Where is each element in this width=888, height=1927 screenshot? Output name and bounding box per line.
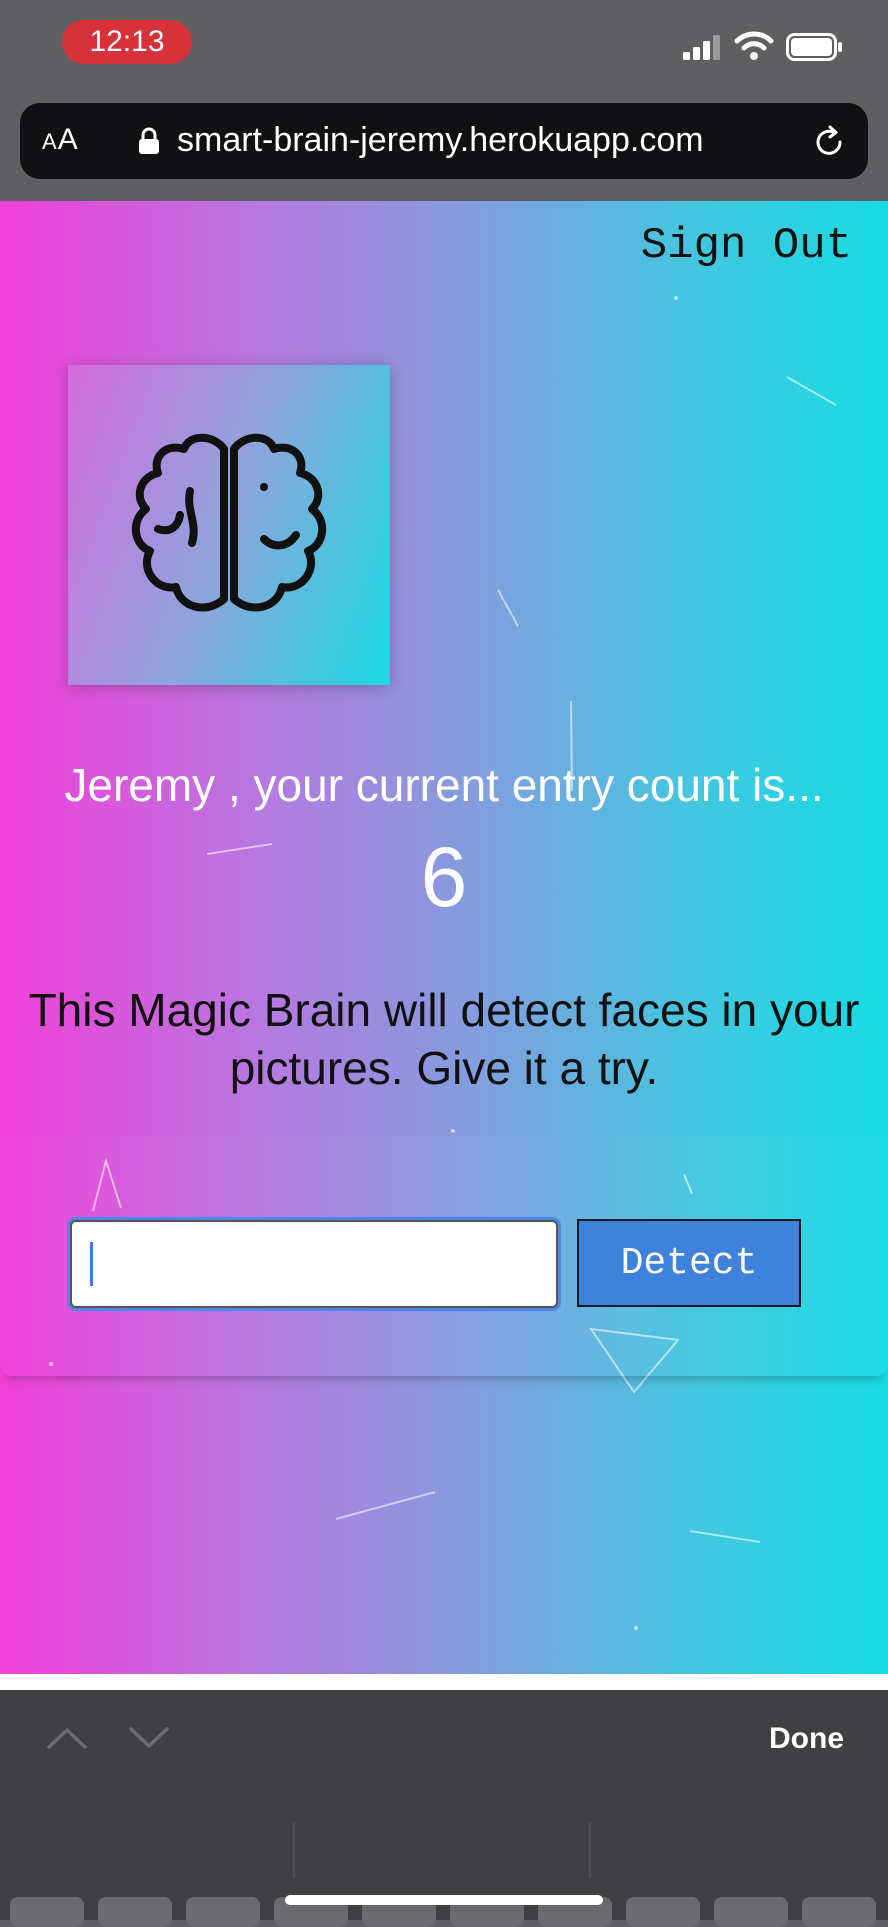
reload-icon[interactable] bbox=[810, 123, 848, 161]
web-page: Sign Out Jeremy , your current entry cou… bbox=[0, 201, 888, 1674]
sign-out-link[interactable]: Sign Out bbox=[641, 221, 852, 271]
text-size-button[interactable]: AA bbox=[42, 123, 79, 157]
page-bottom-edge bbox=[0, 1674, 888, 1690]
keyboard-key[interactable] bbox=[714, 1897, 788, 1927]
keyboard-toolbar: Done bbox=[0, 1690, 888, 1927]
done-button[interactable]: Done bbox=[769, 1722, 844, 1756]
entry-count-message: Jeremy , your current entry count is... bbox=[64, 759, 824, 811]
keyboard-key[interactable] bbox=[98, 1897, 172, 1927]
toolbar-divider bbox=[589, 1822, 591, 1878]
brain-logo[interactable] bbox=[68, 365, 390, 685]
status-time: 12:13 bbox=[62, 20, 192, 64]
keyboard-key[interactable] bbox=[626, 1897, 700, 1927]
detect-button[interactable]: Detect bbox=[577, 1219, 801, 1307]
text-size-large-label: A bbox=[57, 123, 79, 156]
text-size-small-label: A bbox=[42, 129, 58, 154]
keyboard-key[interactable] bbox=[802, 1897, 876, 1927]
home-indicator[interactable] bbox=[285, 1895, 603, 1905]
app-description: This Magic Brain will detect faces in yo… bbox=[28, 984, 860, 1094]
lock-icon bbox=[139, 127, 159, 154]
toolbar-divider bbox=[293, 1822, 295, 1878]
chevron-down-icon[interactable] bbox=[128, 1726, 170, 1750]
battery-icon bbox=[786, 33, 842, 61]
url-text[interactable]: smart-brain-jeremy.herokuapp.com bbox=[177, 121, 704, 160]
image-url-input[interactable] bbox=[70, 1220, 558, 1308]
wifi-icon bbox=[734, 31, 774, 60]
keyboard-key[interactable] bbox=[186, 1897, 260, 1927]
text-caret bbox=[90, 1242, 93, 1286]
chevron-up-icon[interactable] bbox=[46, 1726, 88, 1750]
keyboard-key[interactable] bbox=[10, 1897, 84, 1927]
brain-icon bbox=[132, 433, 326, 612]
browser-address-bar[interactable]: AA smart-brain-jeremy.herokuapp.com bbox=[20, 103, 868, 179]
entry-count-value: 6 bbox=[420, 830, 468, 924]
status-bar: 12:13 bbox=[0, 0, 888, 100]
cellular-signal-icon bbox=[683, 35, 720, 60]
